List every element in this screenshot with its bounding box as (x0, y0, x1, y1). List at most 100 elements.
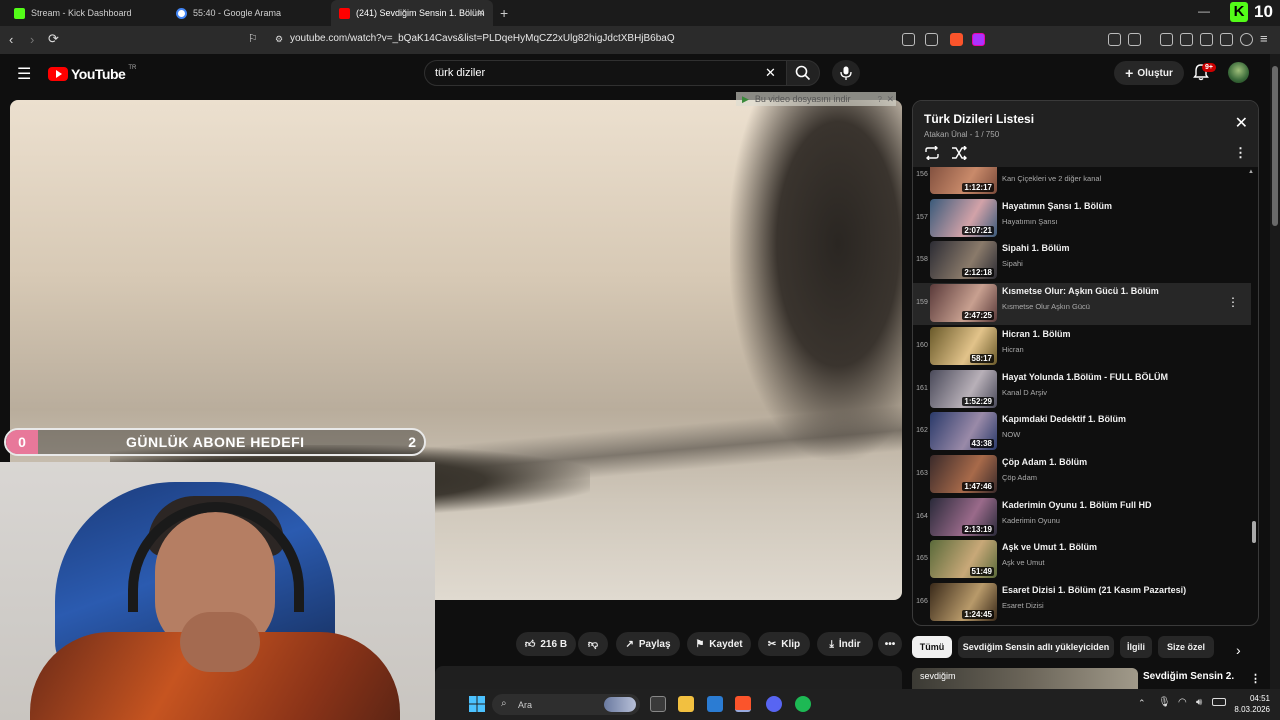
playlist-item[interactable]: 158 2:12:18 Sipahi 1. Bölüm Sipahi (913, 240, 1251, 282)
cast-icon[interactable] (902, 33, 915, 46)
chip-for-you[interactable]: Size özel (1158, 636, 1214, 658)
next-video-more-icon[interactable]: ⋮ (1250, 672, 1261, 685)
playlist-item-thumbnail[interactable]: 51:49 (930, 540, 997, 579)
playlist-item-thumbnail[interactable]: 2:13:19 (930, 497, 997, 536)
clip-button[interactable]: ✂ Klip (758, 632, 810, 656)
dislike-button[interactable]: 👎︎ (578, 632, 608, 656)
playlist-item-thumbnail[interactable]: 1:52:29 (930, 369, 997, 408)
playlist-item-title[interactable]: Türk Dizileri (1002, 167, 1237, 168)
playlist-item[interactable]: 167Güzel Günler 1. Bölüm @Güzel GünlerGü… (913, 625, 1251, 626)
voice-search-button[interactable] (832, 60, 860, 86)
playlist-item[interactable]: 166 1:24:45 Esaret Dizisi 1. Bölüm (21 Kas… (913, 582, 1251, 624)
playlist-item-title[interactable]: Hayat Yolunda 1.Bölüm - FULL BÖLÜM (1002, 372, 1237, 382)
playlist-item-title[interactable]: Kapımdaki Dedektif 1. Bölüm (1002, 414, 1237, 424)
playlist-item-thumbnail[interactable]: 1:47:46 (930, 454, 997, 493)
playlist-item-title[interactable]: Sipahi 1. Bölüm (1002, 243, 1237, 253)
chip-related[interactable]: İlgili (1120, 636, 1152, 658)
tab-google-search[interactable]: 55:40 - Google Arama (168, 0, 328, 26)
close-playlist-icon[interactable]: ✕ (1235, 113, 1248, 133)
playlist-item-title[interactable]: Kısmetse Olur: Aşkın Gücü 1. Bölüm (1002, 286, 1237, 296)
site-settings-icon[interactable]: ⚙ (275, 34, 283, 45)
playlist-menu-icon[interactable]: ⋮ (1234, 145, 1247, 161)
avatar[interactable] (1228, 62, 1249, 83)
playlist-item[interactable]: 162 43:38 Kapımdaki Dedektif 1. Bölüm NOW (913, 411, 1251, 453)
playlist-item-thumbnail[interactable]: 2:07:21 (930, 198, 997, 237)
extensions-icon[interactable] (1108, 33, 1121, 46)
playlist-item-thumbnail[interactable]: 58:17 (930, 326, 997, 365)
screenshot-icon[interactable] (1128, 33, 1141, 46)
video-description-box[interactable] (435, 666, 902, 689)
brave-shield-icon[interactable] (950, 33, 963, 46)
taskbar-search[interactable]: ⌕ Ara (492, 694, 640, 715)
brave-browser-icon[interactable] (735, 696, 751, 712)
save-button[interactable]: ⚑ Kaydet (687, 632, 751, 656)
forward-icon[interactable]: › (30, 32, 34, 47)
loop-icon[interactable] (924, 146, 940, 160)
chips-next-icon[interactable]: › (1236, 642, 1241, 658)
url-field[interactable]: youtube.com/watch?v=_bQaK14Cavs&list=PLD… (290, 33, 675, 44)
ai-icon[interactable] (1220, 33, 1233, 46)
back-icon[interactable]: ‹ (9, 32, 13, 47)
playlist-item[interactable]: 157 2:07:21 Hayatımın Şansı 1. Bölüm Hayatı… (913, 198, 1251, 240)
playlist-item-title[interactable]: Hayatımın Şansı 1. Bölüm (1002, 201, 1237, 211)
wallet-icon[interactable] (1200, 33, 1213, 46)
close-tooltip-icon[interactable]: ✕ (886, 94, 894, 105)
search-box[interactable]: türk diziler ✕ (424, 60, 788, 86)
wifi-icon[interactable]: ◠ (1178, 697, 1187, 708)
sidebar-icon[interactable] (1180, 33, 1193, 46)
discord-icon[interactable] (766, 696, 782, 712)
new-tab-button[interactable]: + (500, 5, 508, 21)
spotify-icon[interactable] (795, 696, 811, 712)
close-tab-icon[interactable]: ✕ (477, 8, 485, 19)
playlist-item-title[interactable]: Çöp Adam 1. Bölüm (1002, 457, 1237, 467)
playlist-item[interactable]: 161 1:52:29 Hayat Yolunda 1.Bölüm - FULL B… (913, 369, 1251, 411)
taskbar-clock[interactable]: 04:51 8.03.2026 (1232, 693, 1270, 715)
playlist-item[interactable]: 164 2:13:19 Kaderimin Oyunu 1. Bölüm Full … (913, 497, 1251, 539)
clear-search-icon[interactable]: ✕ (765, 65, 776, 81)
playlist-item[interactable]: 160 58:17 Hicran 1. Bölüm Hicran (913, 326, 1251, 368)
next-video-title[interactable]: Sevdiğim Sensin 2. (1143, 671, 1234, 682)
windows-start-icon[interactable] (469, 696, 485, 712)
download-button[interactable]: ⤓ İndir (817, 632, 873, 656)
media-icon[interactable] (1160, 33, 1173, 46)
microphone-tray-icon[interactable]: 🎙︎ (1158, 697, 1171, 708)
playlist-item-thumbnail[interactable]: 43:38 (930, 412, 997, 451)
search-button[interactable] (786, 60, 820, 86)
playlist-item-more-icon[interactable]: ⋮ (1227, 295, 1239, 309)
playlist-item-thumbnail[interactable]: 1:24:45 (930, 583, 997, 621)
playlist-item[interactable]: 165 51:49 Aşk ve Umut 1. Bölüm Aşk ve Umut (913, 539, 1251, 581)
chip-all[interactable]: Tümü (912, 636, 952, 658)
share-button[interactable]: ↗ Paylaş (616, 632, 680, 656)
download-tooltip[interactable]: ▶ Bu video dosyasını indir ? ✕ (736, 92, 896, 106)
hamburger-menu-icon[interactable]: ☰ (17, 64, 31, 84)
vpn-icon[interactable] (1240, 33, 1253, 46)
playlist-item-thumbnail[interactable]: 2:47:25 (930, 284, 997, 323)
playlist-item[interactable]: 156 1:12:17 Türk Dizileri Kan Çiçekleri ve … (913, 167, 1251, 197)
shuffle-icon[interactable] (951, 146, 967, 160)
file-explorer-icon[interactable] (678, 696, 694, 712)
help-icon[interactable]: ? (878, 95, 882, 104)
tray-overflow-icon[interactable]: ⌃ (1138, 698, 1146, 709)
like-button[interactable]: 👍︎ 216 B (516, 632, 576, 656)
scroll-up-icon[interactable]: ▲ (1248, 169, 1254, 175)
page-scrollbar[interactable] (1270, 54, 1280, 689)
browser-menu-icon[interactable]: ≡ (1260, 31, 1268, 46)
more-actions-button[interactable]: ••• (878, 632, 902, 656)
mail-icon[interactable] (707, 696, 723, 712)
chip-uploader[interactable]: Sevdiğim Sensin adlı yükleyiciden (958, 636, 1114, 658)
playlist-item[interactable]: 163 1:47:46 Çöp Adam 1. Bölüm Çöp Adam (913, 454, 1251, 496)
playlist-item-title[interactable]: Hicran 1. Bölüm (1002, 329, 1237, 339)
playlist-scrollbar[interactable] (1252, 521, 1256, 543)
create-button[interactable]: + Oluştur (1114, 61, 1184, 85)
reload-icon[interactable]: ⟳ (48, 31, 59, 47)
task-view-icon[interactable] (650, 696, 666, 712)
playlist-item[interactable]: 159 2:47:25 Kısmetse Olur: Aşkın Gücü 1. B… (913, 283, 1251, 326)
tab-youtube[interactable]: (241) Sevdiğim Sensin 1. Bölüm ✕ (331, 0, 493, 26)
playlist-item-title[interactable]: Esaret Dizisi 1. Bölüm (21 Kasım Pazarte… (1002, 585, 1237, 595)
search-input[interactable]: türk diziler (435, 67, 485, 79)
share-page-icon[interactable] (925, 33, 938, 46)
playlist-item-title[interactable]: Kaderimin Oyunu 1. Bölüm Full HD (1002, 500, 1237, 510)
minimize-button[interactable]: — (1198, 4, 1210, 18)
playlist-title[interactable]: Türk Dizileri Listesi (924, 112, 1034, 126)
battery-icon[interactable] (1212, 698, 1226, 706)
